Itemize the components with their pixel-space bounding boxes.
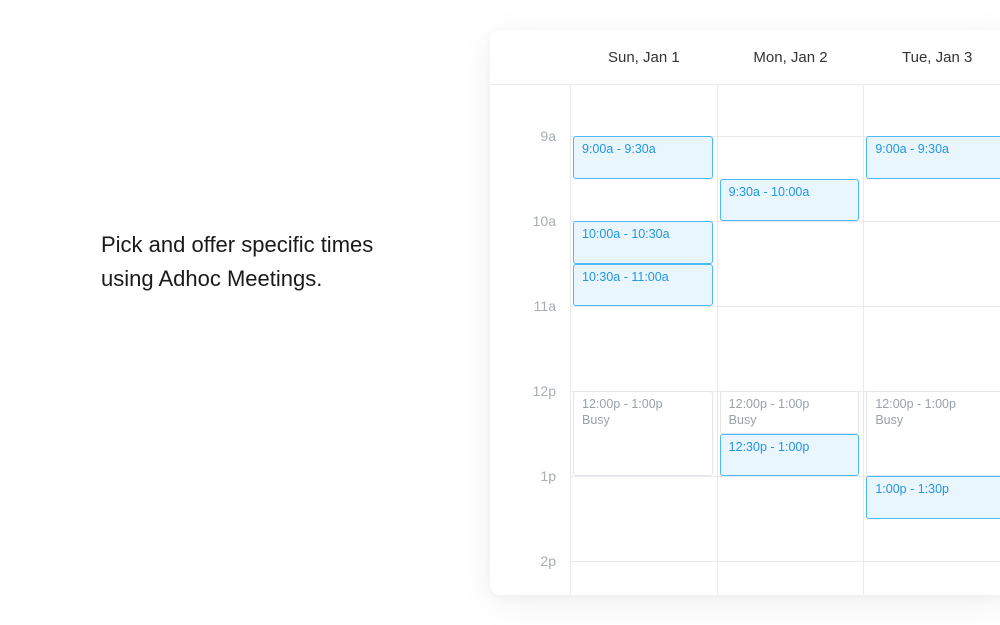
day-column[interactable]: 9:00a - 9:30a 10:00a - 10:30a 10:30a - 11:… [570,85,717,595]
available-slot[interactable]: 12:30p - 1:00p [720,434,860,477]
event-time: 10:00a - 10:30a [582,227,704,241]
event-title: Busy [729,413,851,427]
event-time: 9:00a - 9:30a [875,142,997,156]
calendar-header-gutter [490,30,570,84]
available-slot[interactable]: 9:30a - 10:00a [720,179,860,222]
event-time: 1:00p - 1:30p [875,482,997,496]
calendar-body: 9a 10a 11a 12p 1p 2p 9:00a - 9:30a 10:00a - 10… [490,85,1000,595]
calendar-day-columns: 9:00a - 9:30a 10:00a - 10:30a 10:30a - 11:… [570,85,1000,595]
feature-tagline: Pick and offer specific times using Adho… [101,228,421,296]
time-gutter-label: 2p [540,553,556,569]
available-slot[interactable]: 9:00a - 9:30a [866,136,1000,179]
available-slot[interactable]: 1:00p - 1:30p [866,476,1000,519]
day-header[interactable]: Mon, Jan 2 [717,30,864,84]
event-title: Busy [582,413,704,427]
event-title: Busy [875,413,997,427]
day-header[interactable]: Tue, Jan 3 [863,30,1000,84]
time-gutter-label: 9a [540,128,556,144]
calendar-header: Sun, Jan 1Mon, Jan 2Tue, Jan 3 [490,30,1000,85]
busy-event: 12:00p - 1:00p Busy [573,391,713,476]
time-gutter-label: 12p [533,383,556,399]
time-gutter-label: 11a [534,298,556,314]
event-time: 12:30p - 1:00p [729,440,851,454]
event-time: 12:00p - 1:00p [729,397,851,411]
event-time: 12:00p - 1:00p [582,397,704,411]
available-slot[interactable]: 9:00a - 9:30a [573,136,713,179]
time-gutter-label: 10a [533,213,556,229]
available-slot[interactable]: 10:00a - 10:30a [573,221,713,264]
calendar-grid: 9a 10a 11a 12p 1p 2p 9:00a - 9:30a 10:00a - 10… [490,85,1000,595]
available-slot[interactable]: 10:30a - 11:00a [573,264,713,307]
event-time: 10:30a - 11:00a [582,270,704,284]
busy-event: 12:00p - 1:00p Busy [866,391,1000,476]
busy-event: 12:00p - 1:00p Busy [720,391,860,434]
event-time: 9:00a - 9:30a [582,142,704,156]
day-column[interactable]: 9:30a - 10:00a 12:00p - 1:00p Busy 12:30p -… [717,85,864,595]
calendar-time-gutter: 9a 10a 11a 12p 1p 2p [490,85,570,595]
time-gutter-label: 1p [540,468,556,484]
day-column[interactable]: 9:00a - 9:30a 12:00p - 1:00p Busy 1:00p - 1… [863,85,1000,595]
day-header[interactable]: Sun, Jan 1 [570,30,717,84]
calendar-card: Sun, Jan 1Mon, Jan 2Tue, Jan 3 9a 10a 11a 1… [490,30,1000,595]
event-time: 12:00p - 1:00p [875,397,997,411]
event-time: 9:30a - 10:00a [729,185,851,199]
calendar-header-days: Sun, Jan 1Mon, Jan 2Tue, Jan 3 [570,30,1000,84]
